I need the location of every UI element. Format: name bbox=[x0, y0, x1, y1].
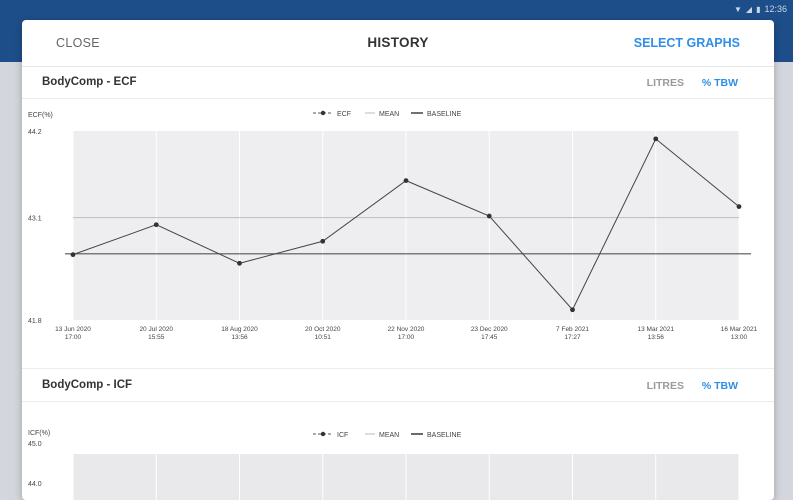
x-tick-label: 23 Dec 2020 17:45 bbox=[471, 326, 508, 341]
ecf-data-point bbox=[570, 307, 575, 313]
y-axis-label: ICF(%) bbox=[28, 430, 50, 437]
tbw-toggle[interactable]: % TBW bbox=[702, 380, 738, 392]
ecf-data-point bbox=[486, 213, 492, 219]
y-tick-label: 45.0 bbox=[28, 441, 42, 448]
legend-series-marker bbox=[320, 110, 326, 116]
ecf-data-point bbox=[403, 178, 409, 184]
y-tick-label: 41.8 bbox=[28, 318, 42, 325]
y-axis-label: ECF(%) bbox=[28, 112, 53, 119]
legend-baseline-label: BASELINE bbox=[427, 111, 462, 118]
ecf-chart-svg: ECF(%) 44.2 43.1 41.8 13 Jun 2020 17:00 20 Jul… bbox=[28, 110, 758, 341]
legend-mean-label: MEAN bbox=[379, 432, 399, 439]
tbw-toggle[interactable]: % TBW bbox=[702, 77, 738, 89]
x-tick-label: 18 Aug 2020 13:56 bbox=[221, 326, 258, 341]
legend-mean-label: MEAN bbox=[379, 111, 399, 118]
x-tick-label: 20 Oct 2020 10:51 bbox=[305, 326, 341, 341]
chart-legend: ECF MEAN BASELINE bbox=[313, 110, 462, 118]
x-tick-label: 13 Mar 2021 13:56 bbox=[638, 326, 675, 341]
icf-chart-svg: ICF(%) 45.0 44.0 ICF MEAN BASELINE bbox=[28, 430, 740, 500]
ecf-data-point bbox=[320, 238, 326, 244]
legend-series-marker bbox=[320, 431, 326, 437]
select-graphs-button[interactable]: SELECT GRAPHS bbox=[634, 36, 740, 50]
ecf-chart: ECF(%) 44.2 43.1 41.8 13 Jun 2020 17:00 20 Jul… bbox=[22, 106, 774, 376]
icf-chart: ICF(%) 45.0 44.0 ICF MEAN BASELINE bbox=[22, 402, 774, 500]
section-header-icf: BodyComp - ICF LITRES % TBW bbox=[22, 368, 774, 402]
ecf-data-point bbox=[70, 252, 76, 258]
ecf-data-point bbox=[153, 222, 159, 228]
legend-baseline-label: BASELINE bbox=[427, 432, 462, 439]
signal-icon: ◢ bbox=[745, 4, 753, 14]
section-title: BodyComp - ECF bbox=[42, 76, 137, 88]
y-tick-label: 44.0 bbox=[28, 481, 42, 488]
history-dialog: CLOSE HISTORY SELECT GRAPHS BodyComp - E… bbox=[22, 20, 774, 500]
litres-toggle[interactable]: LITRES bbox=[647, 380, 684, 392]
x-tick-label: 20 Jul 2020 15:55 bbox=[139, 326, 173, 341]
x-tick-label: 7 Feb 2021 17:27 bbox=[556, 326, 589, 341]
ecf-data-point bbox=[653, 136, 659, 142]
y-tick-label: 44.2 bbox=[28, 129, 42, 136]
ecf-data-point bbox=[736, 204, 742, 209]
legend-series-label: ICF bbox=[337, 432, 348, 439]
status-bar: ▼ ◢ ▮ 12:36 bbox=[734, 2, 787, 16]
battery-icon: ▮ bbox=[756, 4, 761, 14]
y-tick-label: 43.1 bbox=[28, 216, 42, 223]
section-header-ecf: BodyComp - ECF LITRES % TBW bbox=[22, 66, 774, 99]
chart-legend: ICF MEAN BASELINE bbox=[313, 431, 462, 439]
wifi-icon: ▼ bbox=[733, 4, 742, 14]
ecf-data-point bbox=[237, 260, 242, 266]
litres-toggle[interactable]: LITRES bbox=[647, 77, 684, 89]
x-tick-label: 16 Mar 2021 13:00 bbox=[721, 326, 758, 341]
legend-series-label: ECF bbox=[337, 111, 351, 118]
x-tick-label: 22 Nov 2020 17:00 bbox=[388, 326, 425, 341]
status-time: 12:36 bbox=[764, 4, 787, 14]
x-tick-label: 13 Jun 2020 17:00 bbox=[55, 326, 91, 341]
section-title: BodyComp - ICF bbox=[42, 379, 133, 391]
dialog-header: CLOSE HISTORY SELECT GRAPHS bbox=[22, 20, 774, 67]
